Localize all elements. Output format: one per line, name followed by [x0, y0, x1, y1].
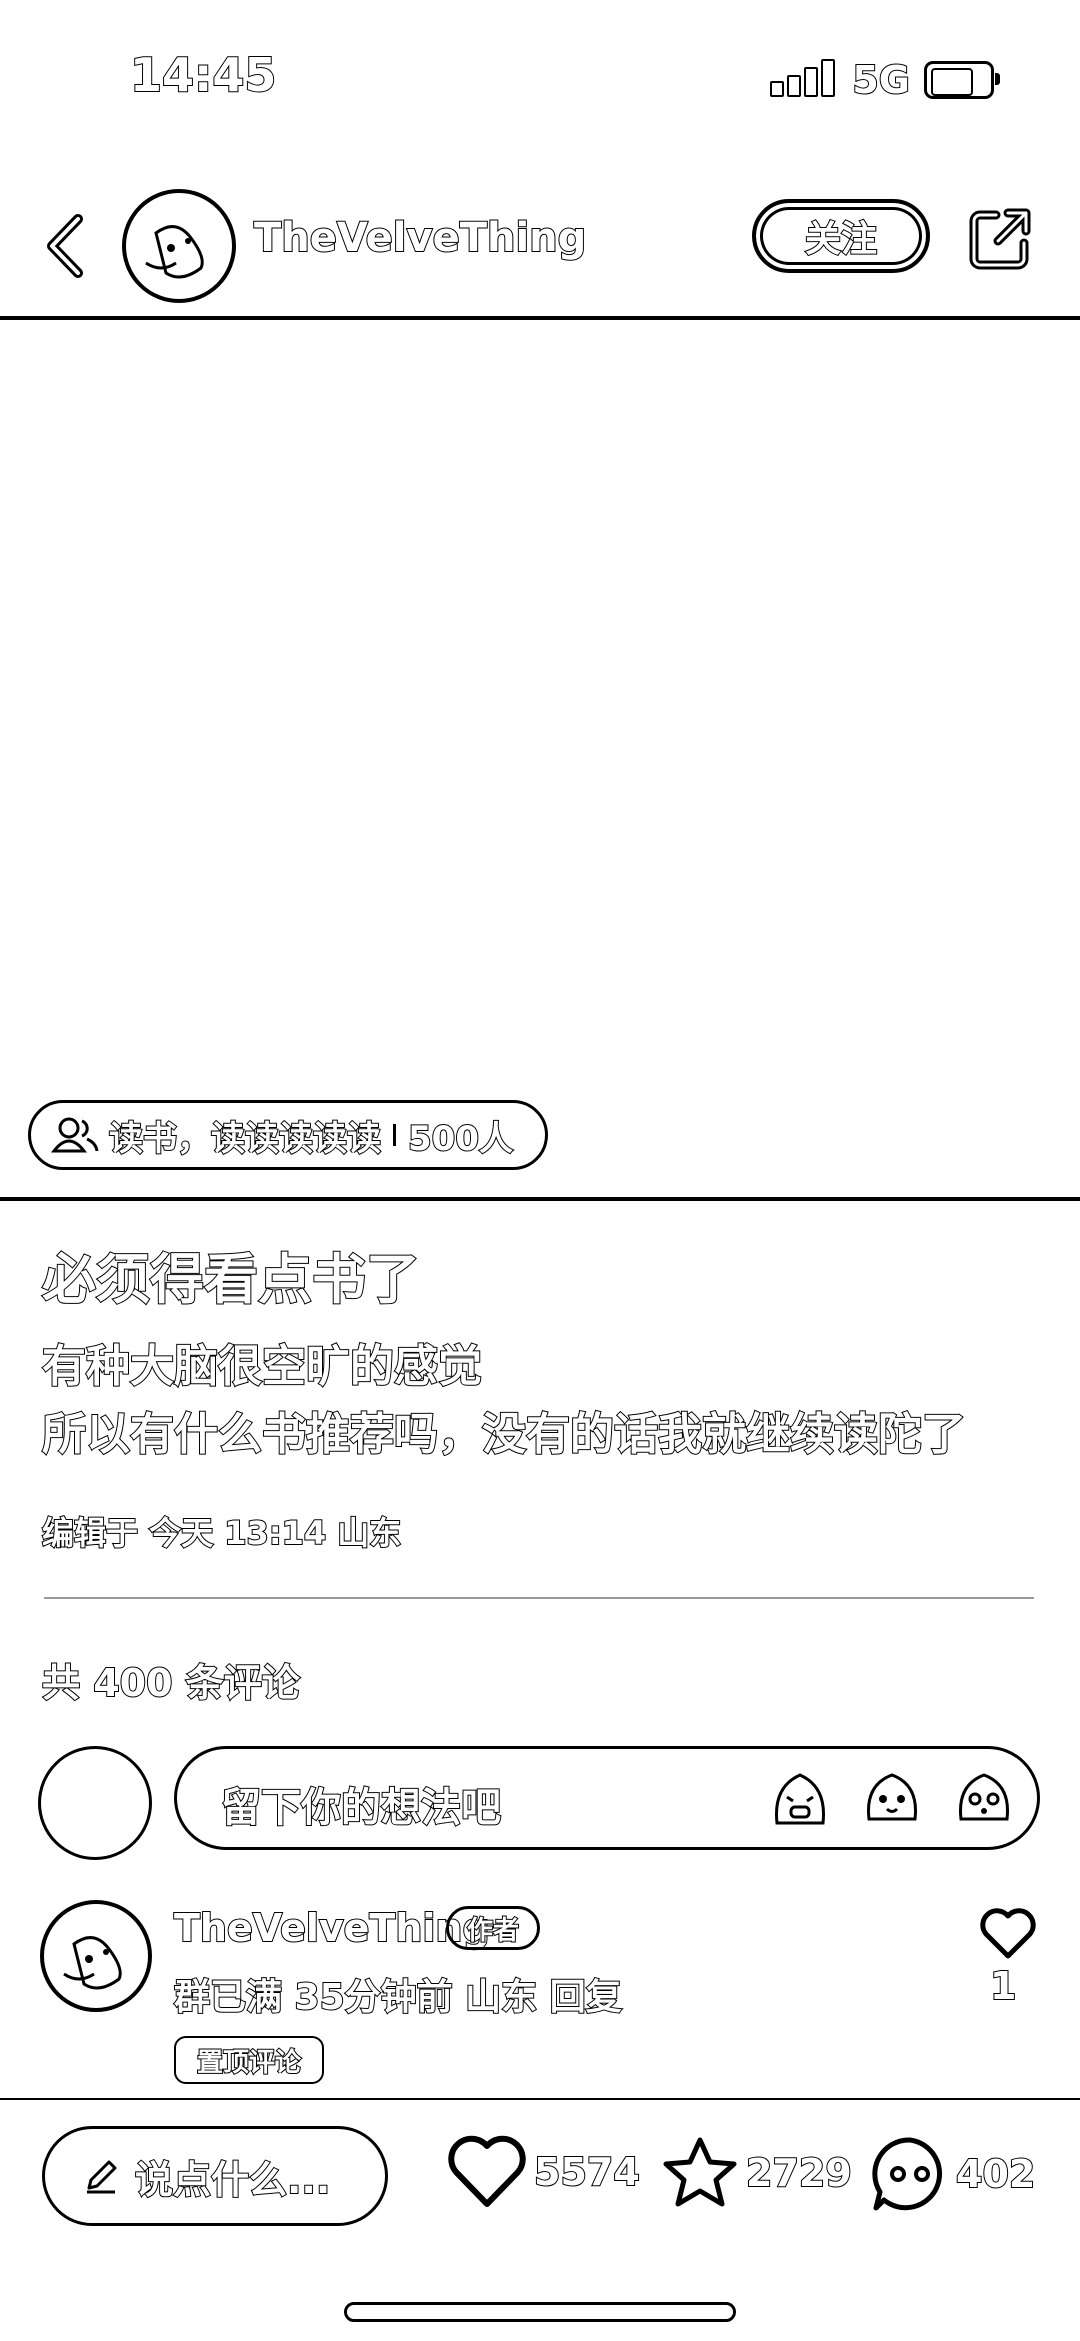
bottom-bar-divider — [0, 2098, 1080, 2100]
star-icon — [663, 2137, 737, 2207]
comment-like-count: 1 — [989, 1963, 1017, 2009]
signal-icon — [770, 59, 838, 97]
comment-heart-icon[interactable] — [978, 1906, 1038, 1960]
like-count: 5574 — [533, 2149, 641, 2195]
comment-total-count: 402 — [955, 2151, 1036, 2197]
surprised-emoji-icon[interactable] — [953, 1767, 1015, 1829]
post-meta: 编辑于 今天 13:14 山东 — [41, 1513, 402, 1553]
status-indicators: 5G — [770, 57, 1000, 103]
chevron-left-icon — [47, 214, 83, 278]
content-divider — [44, 1597, 1034, 1599]
comment-count: 共 400 条评论 — [41, 1660, 301, 1706]
follow-button[interactable]: 关注 — [752, 199, 930, 273]
say-something-input[interactable]: 说点什么... — [42, 2126, 388, 2226]
crying-emoji-icon[interactable] — [769, 1767, 831, 1829]
avatar-image — [145, 225, 204, 279]
status-time: 14:45 — [129, 47, 277, 103]
my-avatar — [38, 1746, 152, 1860]
comment-input-placeholder: 留下你的想法吧 — [220, 1784, 502, 1832]
comment-author-avatar[interactable] — [40, 1900, 152, 2012]
group-tag-label: 读书，读读读读读 — [108, 1118, 382, 1160]
post-image[interactable] — [0, 320, 1080, 1200]
battery-icon — [924, 61, 1000, 99]
author-badge: 作者 — [446, 1906, 540, 1950]
comment-input[interactable]: 留下你的想法吧 — [174, 1746, 1040, 1850]
post-header: TheVelveThing 关注 — [0, 185, 1080, 315]
smile-emoji-icon[interactable] — [861, 1767, 923, 1829]
group-chat-tag[interactable]: 读书，读读读读读 500人 — [28, 1100, 548, 1170]
post-body-line: 所以有什么书推荐吗，没有的话我就继续读陀了 — [41, 1408, 967, 1461]
pencil-icon — [87, 2160, 117, 2194]
say-something-placeholder: 说点什么... — [134, 2157, 331, 2203]
post-title: 必须得看点书了 — [41, 1247, 421, 1312]
home-indicator[interactable] — [344, 2302, 736, 2322]
comments-button[interactable]: 402 — [870, 2134, 1036, 2214]
avatar-image — [63, 1936, 122, 1990]
heart-icon — [448, 2135, 526, 2207]
share-button[interactable] — [968, 207, 1032, 271]
media-divider — [0, 1197, 1080, 1201]
pinned-comment-badge: 置顶评论 — [174, 2036, 324, 2084]
post-body-line: 有种大脑很空旷的感觉 — [41, 1340, 483, 1393]
comment-author-name[interactable]: TheVelveThing — [173, 1905, 491, 1951]
group-users-icon — [51, 1117, 99, 1153]
share-icon — [969, 208, 1031, 270]
network-label: 5G — [851, 57, 911, 103]
comment-bubble-icon — [872, 2137, 943, 2211]
favorite-button[interactable]: 2729 — [660, 2134, 853, 2212]
comment-text: 群已满 35分钟前 山东 回复 — [173, 1976, 623, 2019]
author-name[interactable]: TheVelveThing — [253, 214, 587, 262]
author-avatar[interactable] — [122, 189, 236, 303]
like-button[interactable]: 5574 — [446, 2134, 641, 2210]
favorite-count: 2729 — [745, 2150, 853, 2196]
back-button[interactable] — [40, 211, 90, 281]
group-tag-divider — [393, 1124, 396, 1146]
group-members-count: 500人 — [407, 1118, 514, 1160]
